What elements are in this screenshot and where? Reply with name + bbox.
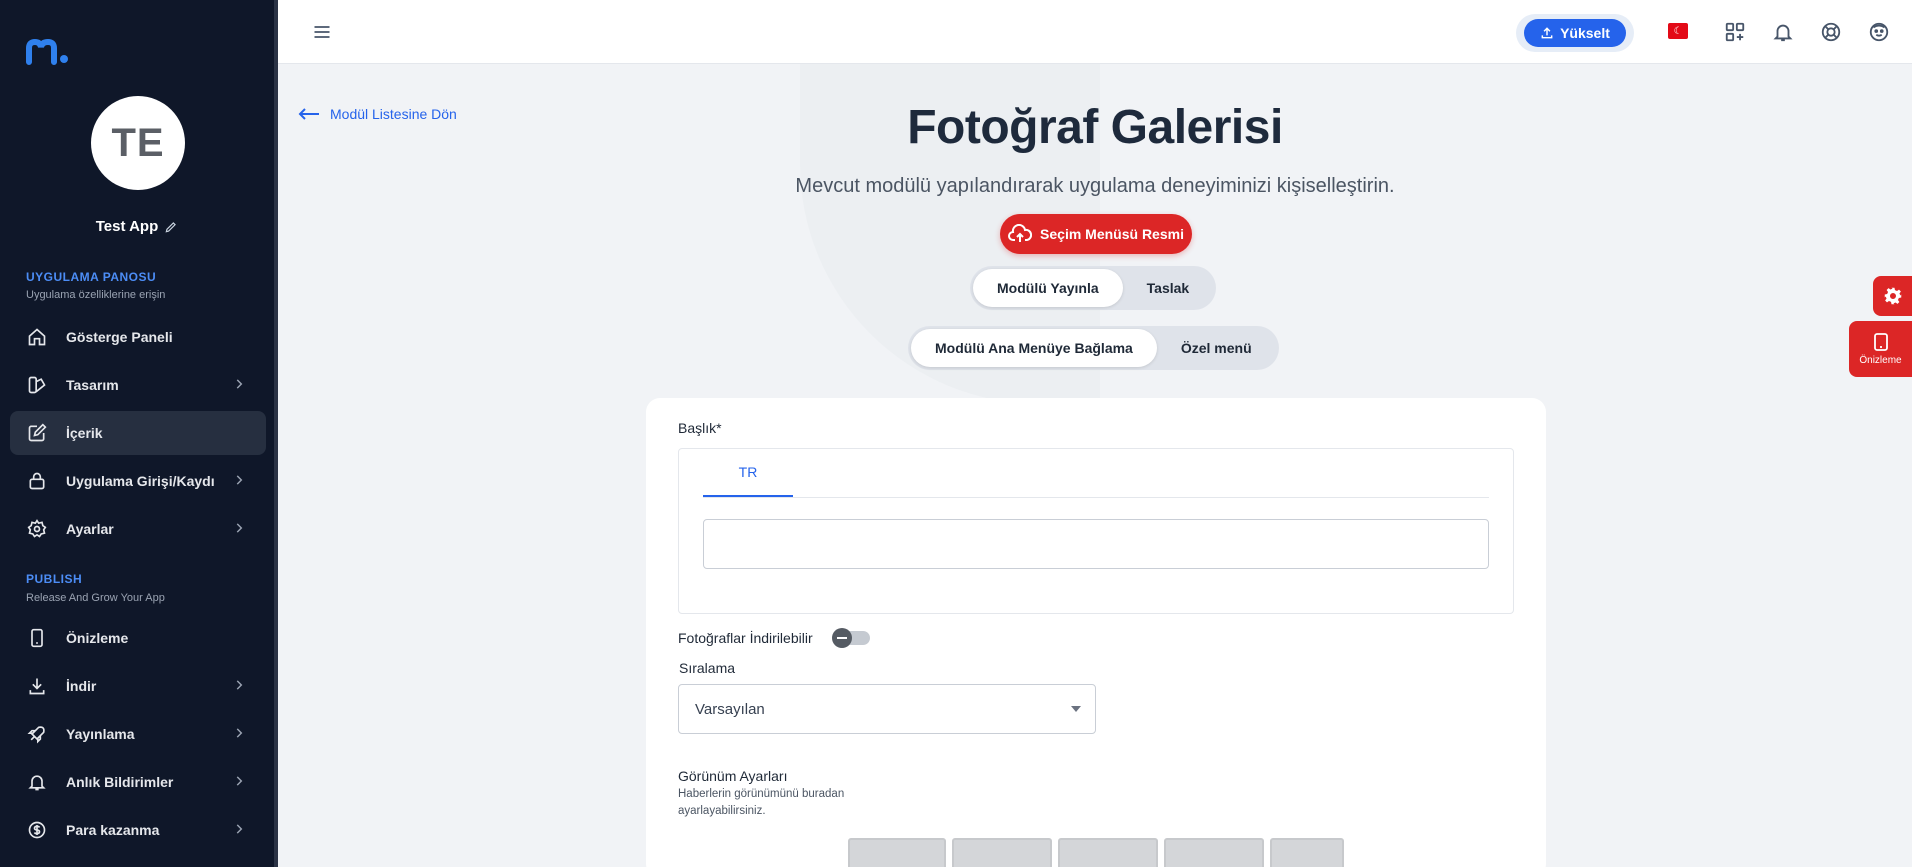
edit-icon (26, 422, 48, 444)
pencil-icon[interactable] (164, 220, 178, 234)
sidebar-item-login[interactable]: Uygulama Girişi/Kaydı (10, 459, 266, 503)
avatar-initials: TE (111, 120, 165, 165)
sidebar-item-label: İndir (66, 678, 97, 694)
avatar[interactable]: TE (91, 96, 185, 190)
sidebar-item-notifications[interactable]: Anlık Bildirimler (10, 760, 266, 804)
gear-icon (1884, 287, 1901, 305)
lock-icon (26, 470, 48, 492)
downloadable-label: Fotoğraflar İndirilebilir (678, 630, 813, 646)
module-form-card: Başlık* TR Fotoğraflar İndirilebilir Sır… (646, 398, 1546, 867)
sidebar-item-label: Uygulama Girişi/Kaydı (66, 473, 215, 489)
view-settings-desc-1: Haberlerin görünümünü buradan (678, 788, 845, 800)
hamburger-menu-icon[interactable] (312, 22, 332, 42)
sidebar-item-label: İçerik (66, 425, 103, 441)
notification-bell-icon[interactable] (1772, 21, 1794, 43)
sidebar-item-settings[interactable]: Ayarlar (10, 507, 266, 551)
menu-image-label: Seçim Menüsü Resmi (1040, 226, 1184, 242)
floating-preview-button[interactable]: Önizleme (1849, 321, 1912, 377)
publish-toggle: Modülü Yayınla Taslak (970, 266, 1217, 310)
downloadable-switch[interactable] (832, 628, 870, 648)
phone-icon (26, 627, 48, 649)
chevron-right-icon (236, 824, 243, 834)
chevron-right-icon (236, 523, 243, 533)
sidebar-item-label: Anlık Bildirimler (66, 774, 174, 790)
publish-option[interactable]: Modülü Yayınla (973, 269, 1123, 307)
phone-icon (1873, 332, 1888, 351)
page-title: Fotoğraf Galerisi (907, 101, 1283, 154)
tab-divider (703, 497, 1489, 498)
sidebar-item-content[interactable]: İçerik (10, 411, 266, 455)
tab-tr[interactable]: TR (703, 449, 793, 497)
layout-thumbnail[interactable] (1058, 838, 1158, 867)
layout-thumbnail[interactable] (1270, 838, 1344, 867)
title-field-label: Başlık* (678, 420, 722, 436)
section-subtitle-publish: Release And Grow Your App (26, 592, 165, 604)
switch-knob (832, 628, 852, 648)
sidebar-item-dashboard[interactable]: Gösterge Paneli (10, 315, 266, 359)
cloud-upload-icon (1008, 224, 1033, 242)
sidebar-item-monetization[interactable]: Para kazanma (10, 808, 266, 852)
sidebar-item-label: Yayınlama (66, 726, 135, 742)
sidebar-item-design[interactable]: Tasarım (10, 363, 266, 407)
sidebar-item-label: Tasarım (66, 377, 119, 393)
sidebar-item-label: Önizleme (66, 630, 129, 646)
section-subtitle-dashboard: Uygulama özelliklerine erişin (26, 289, 166, 301)
layout-thumbnail[interactable] (952, 838, 1052, 867)
layout-thumbnail[interactable] (848, 838, 946, 867)
sort-select[interactable]: Varsayılan (678, 684, 1096, 734)
sidebar-item-download[interactable]: İndir (10, 664, 266, 708)
sidebar-item-label: Ayarlar (66, 521, 114, 537)
draft-option[interactable]: Taslak (1123, 269, 1214, 307)
chevron-right-icon (236, 475, 243, 485)
main-menu-option[interactable]: Modülü Ana Menüye Bağlama (911, 329, 1157, 367)
upload-icon (1541, 27, 1553, 39)
chevron-right-icon (236, 680, 243, 690)
bell-icon (26, 771, 48, 793)
rocket-icon (26, 723, 48, 745)
sort-label: Sıralama (679, 660, 736, 676)
layout-thumbnail[interactable] (1164, 838, 1264, 867)
chevron-right-icon (236, 728, 243, 738)
view-settings-desc-2: ayarlayabilirsiniz. (678, 805, 766, 817)
app-name: Test App (0, 218, 274, 235)
language-flag-icon[interactable]: ☾ (1668, 23, 1688, 39)
floating-preview-label: Önizleme (1859, 354, 1902, 366)
apps-add-icon[interactable] (1724, 21, 1746, 43)
topbar: Yükselt ☾ (278, 0, 1912, 64)
sidebar-item-label: Gösterge Paneli (66, 329, 173, 345)
palette-icon (26, 374, 48, 396)
profile-icon[interactable] (1868, 21, 1890, 43)
sidebar-item-preview[interactable]: Önizleme (10, 616, 266, 660)
sidebar: TE Test App UYGULAMA PANOSU Uygulama öze… (0, 0, 278, 867)
gear-icon (26, 518, 48, 540)
section-title-dashboard: UYGULAMA PANOSU (26, 270, 157, 284)
brand-logo[interactable] (26, 38, 70, 66)
chevron-right-icon (236, 379, 243, 389)
title-input[interactable] (703, 519, 1489, 569)
view-settings-title: Görünüm Ayarları (678, 768, 788, 784)
upgrade-button[interactable]: Yükselt (1524, 19, 1626, 47)
upgrade-label: Yükselt (1560, 25, 1610, 41)
dollar-icon (26, 819, 48, 841)
menu-link-toggle: Modülü Ana Menüye Bağlama Özel menü (908, 326, 1279, 370)
sidebar-item-label: Para kazanma (66, 822, 160, 838)
sort-value: Varsayılan (695, 700, 765, 718)
title-language-box: TR (678, 448, 1514, 614)
menu-image-button[interactable]: Seçim Menüsü Resmi (1000, 214, 1192, 254)
home-icon (26, 326, 48, 348)
app-root: TE Test App UYGULAMA PANOSU Uygulama öze… (0, 0, 1912, 867)
help-icon[interactable] (1820, 21, 1842, 43)
page-subtitle: Mevcut modülü yapılandırarak uygulama de… (795, 175, 1395, 197)
caret-down-icon (1071, 706, 1081, 712)
sidebar-item-publishing[interactable]: Yayınlama (10, 712, 266, 756)
app-name-label: Test App (95, 218, 159, 235)
floating-settings-button[interactable] (1873, 276, 1912, 316)
section-title-publish: PUBLISH (26, 572, 83, 586)
download-icon (26, 675, 48, 697)
chevron-right-icon (236, 776, 243, 786)
custom-menu-option[interactable]: Özel menü (1157, 329, 1276, 367)
